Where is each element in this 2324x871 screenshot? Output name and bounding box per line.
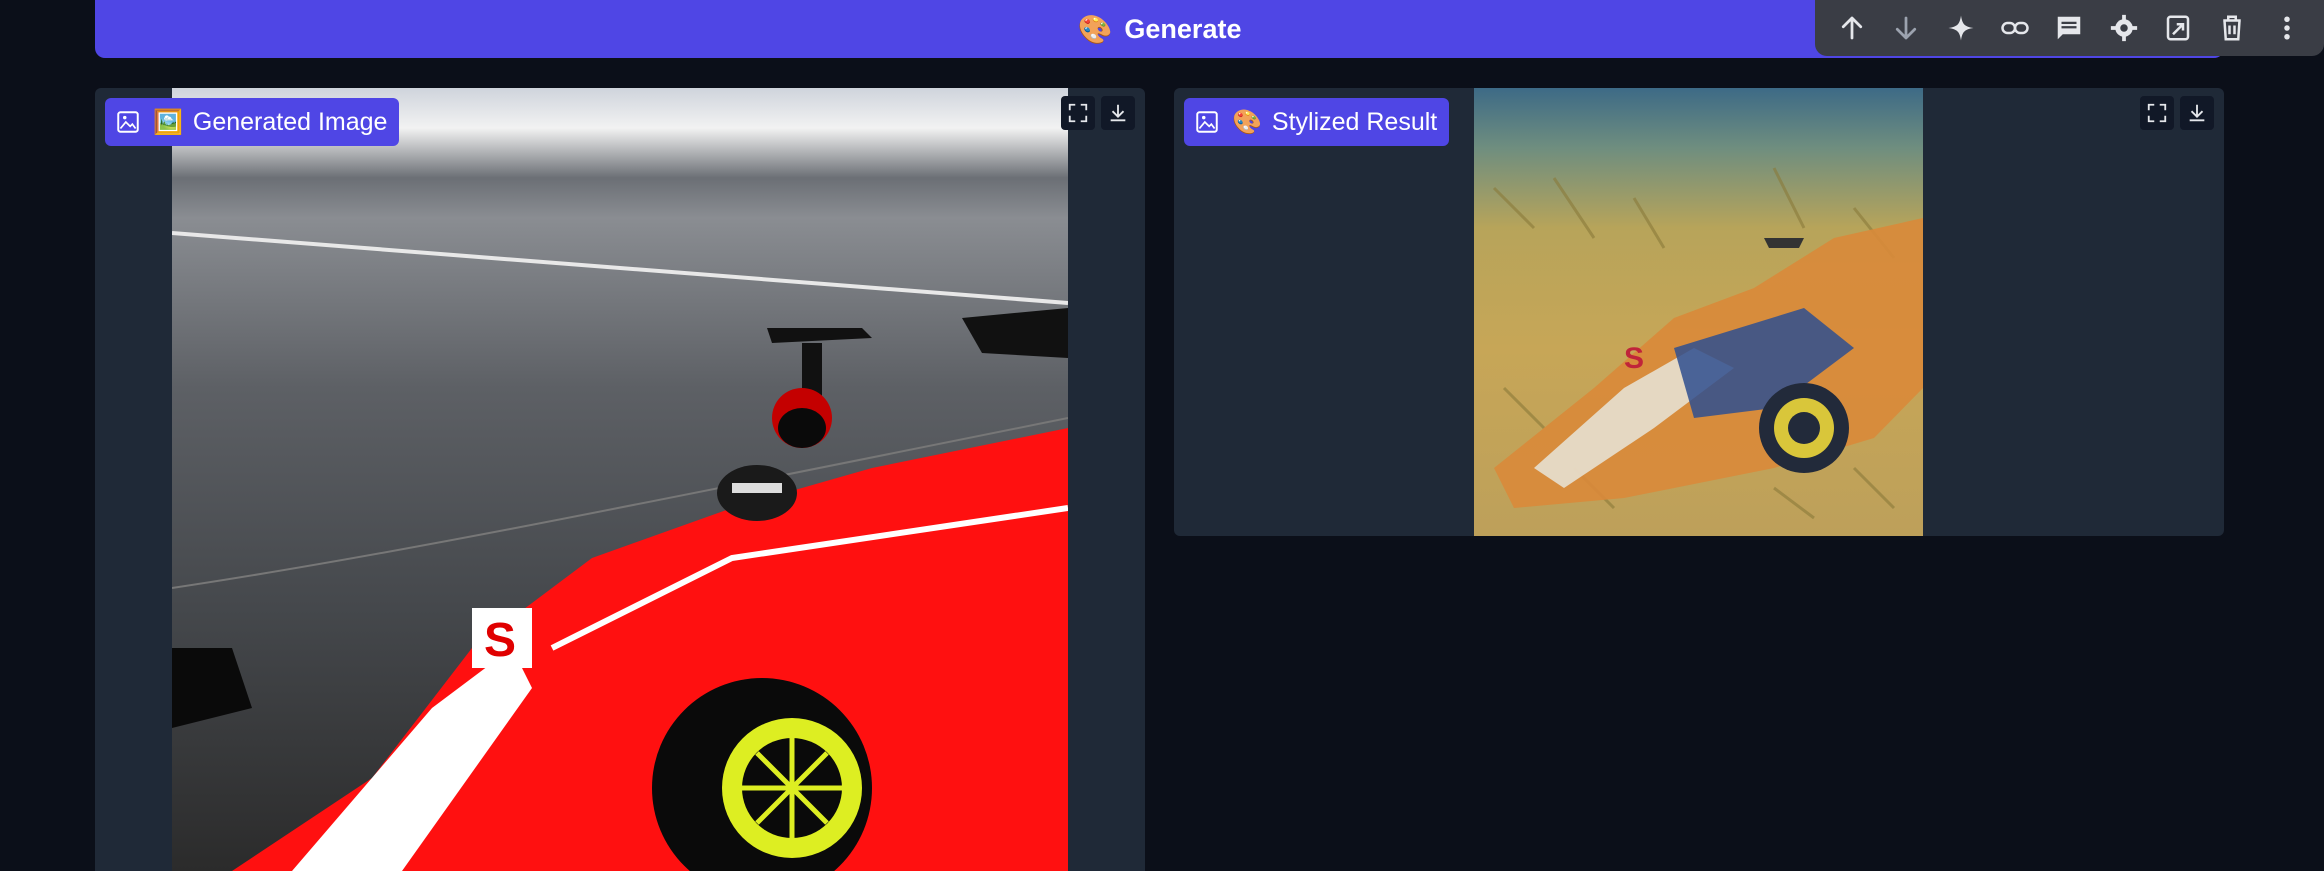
download-icon[interactable] [2180, 96, 2214, 130]
generate-button-label: Generate [1124, 13, 1242, 44]
download-icon[interactable] [1101, 96, 1135, 130]
fullscreen-icon[interactable] [1061, 96, 1095, 130]
stylized-result-title: Stylized Result [1271, 107, 1438, 136]
stylized-result-panel: S 🎨 Stylized Result [1174, 88, 2224, 536]
stylized-result-label: 🎨 Stylized Result [1184, 98, 1450, 146]
comment-icon[interactable] [2047, 6, 2091, 50]
race-car-illustration: S [172, 231, 1068, 871]
palette-icon: 🎨 [1232, 108, 1262, 136]
palette-icon: 🎨 [1077, 13, 1113, 45]
stylized-image: S [1474, 88, 1923, 536]
block-toolbar [1815, 0, 2324, 56]
svg-text:S: S [1624, 342, 1644, 375]
arrow-up-icon[interactable] [1830, 6, 1874, 50]
image-icon [1196, 111, 1218, 133]
generated-image-label: 🖼️ Generated Image [105, 98, 400, 146]
fullscreen-icon[interactable] [2140, 96, 2174, 130]
generated-image-panel: S 🖼️ Generated Image [95, 88, 1145, 871]
sparkle-icon[interactable] [1939, 6, 1983, 50]
stylized-result-actions [2140, 96, 2214, 130]
gear-icon[interactable] [2102, 6, 2146, 50]
arrow-down-icon[interactable] [1884, 6, 1928, 50]
more-vertical-icon[interactable] [2265, 6, 2309, 50]
generated-image: S [172, 88, 1068, 871]
stylized-car-painting: S [1492, 167, 1923, 520]
svg-text:S: S [484, 614, 516, 667]
generated-image-actions [1061, 96, 1135, 130]
image-icon [117, 111, 139, 133]
link-icon[interactable] [1993, 6, 2037, 50]
swap-icon[interactable] [2156, 6, 2200, 50]
generated-image-title: Generated Image [192, 107, 388, 136]
framed-picture-icon: 🖼️ [153, 108, 183, 136]
trash-icon[interactable] [2210, 6, 2254, 50]
